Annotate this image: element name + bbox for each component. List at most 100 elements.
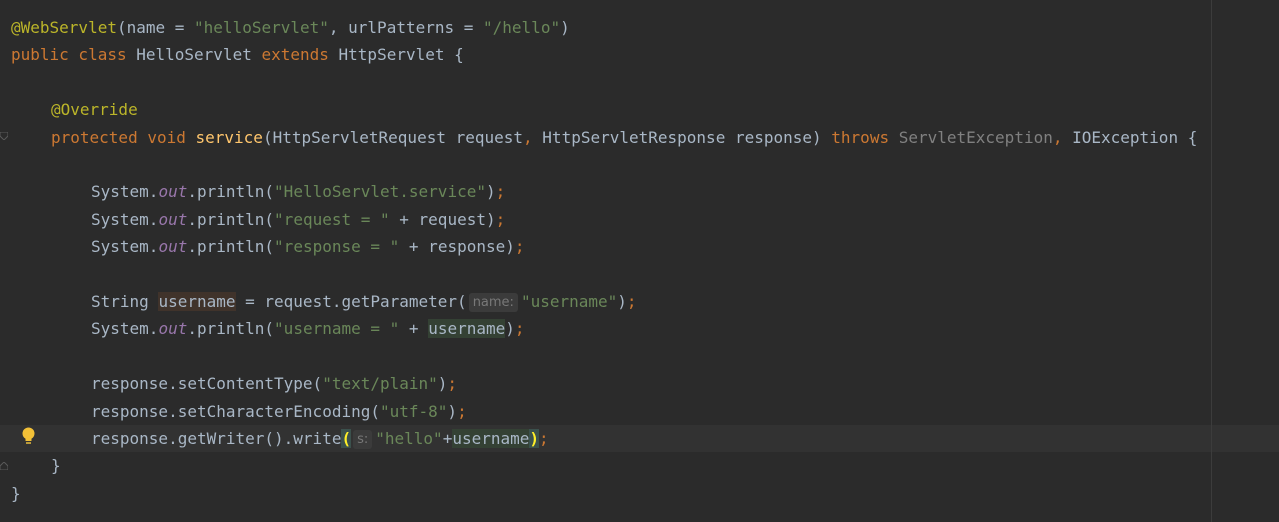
parameter-hint: name: (468, 293, 518, 312)
code-line[interactable]: @WebServlet(name = "helloServlet", urlPa… (0, 14, 1279, 41)
code-token: .println( (187, 237, 275, 257)
code-token: response.setCharacterEncoding( (91, 401, 380, 421)
code-token: "utf-8" (379, 401, 448, 421)
code-token: .println( (187, 182, 275, 202)
code-token: public class (11, 45, 137, 65)
code-line[interactable]: System.out.println("username = " + usern… (0, 315, 1279, 342)
code-token: ; (447, 374, 458, 394)
code-token: out (158, 237, 188, 257)
code-line[interactable]: } (0, 480, 1279, 507)
code-token: System. (91, 319, 159, 339)
code-token: ) (437, 374, 448, 394)
code-line-content: response.setCharacterEncoding("utf-8"); (91, 398, 467, 425)
code-token: IOException { (1072, 127, 1198, 147)
code-token: HttpServlet { (338, 45, 464, 65)
code-token: "HelloServlet.service" (274, 182, 486, 202)
right-margin-guide (1211, 0, 1212, 522)
code-token: service (195, 127, 263, 147)
code-line-content: response.getWriter().write(s: "hello"+use… (91, 425, 549, 452)
code-token: "helloServlet" (194, 18, 329, 37)
code-token: "hello" (375, 429, 443, 448)
code-line[interactable]: @Override (0, 96, 1279, 123)
fold-marker-icon[interactable] (0, 132, 8, 140)
code-line-content: @WebServlet(name = "helloServlet", urlPa… (11, 14, 570, 41)
code-line-content: response.setContentType("text/plain"); (91, 370, 457, 397)
code-token: ) (560, 18, 570, 37)
code-token: ; (514, 319, 525, 339)
code-token: , urlPatterns = (328, 18, 484, 37)
code-line[interactable]: response.setContentType("text/plain"); (0, 370, 1279, 397)
code-token: ( (341, 429, 352, 448)
code-token: , (1052, 127, 1073, 147)
code-line-content: public class HelloServlet extends HttpSe… (11, 41, 464, 68)
code-token: + (399, 319, 429, 339)
code-line[interactable]: response.setCharacterEncoding("utf-8"); (0, 398, 1279, 425)
code-line-content: @Override (51, 96, 138, 123)
code-token: protected void (51, 127, 196, 147)
code-line[interactable]: response.getWriter().write(s: "hello"+use… (0, 425, 1279, 452)
code-token: out (158, 319, 188, 339)
code-token: @Override (51, 100, 138, 120)
code-line-content: } (11, 480, 21, 507)
code-token: System. (91, 237, 159, 257)
code-line-content: System.out.println("request = " + reques… (91, 206, 505, 233)
code-token: ; (495, 209, 506, 229)
code-token: (HttpServletRequest request (262, 127, 524, 147)
code-token: ; (514, 237, 525, 257)
code-token: ) (529, 429, 540, 448)
code-token: HttpServletResponse response) (542, 127, 832, 147)
code-line[interactable] (0, 261, 1279, 288)
code-line-content: System.out.println("response = " + respo… (91, 233, 525, 260)
code-token: ) (617, 292, 627, 311)
code-token: , (523, 127, 543, 147)
code-token: "username = " (274, 319, 400, 339)
code-token: ServletException (898, 127, 1053, 147)
code-token: response.getWriter().write (91, 429, 342, 448)
code-line-content: String username = request.getParameter(n… (91, 288, 637, 315)
code-token: username (452, 429, 530, 448)
code-line-content: System.out.println("HelloServlet.service… (91, 178, 505, 205)
code-token: @WebServlet (11, 18, 117, 37)
code-token: = request.getParameter( (235, 292, 467, 311)
code-token: ; (495, 182, 506, 202)
code-line-content: System.out.println("username = " + usern… (91, 315, 525, 342)
code-token: out (158, 209, 188, 229)
code-token: HelloServlet (136, 45, 262, 65)
code-token: out (158, 182, 188, 202)
code-line[interactable] (0, 343, 1279, 370)
code-line[interactable]: String username = request.getParameter(n… (0, 288, 1279, 315)
code-line[interactable]: System.out.println("response = " + respo… (0, 233, 1279, 260)
code-line[interactable]: protected void service(HttpServletReques… (0, 124, 1279, 151)
parameter-hint: s: (353, 430, 373, 449)
fold-marker-icon[interactable] (0, 462, 8, 470)
code-line[interactable] (0, 69, 1279, 96)
code-token: } (51, 456, 61, 476)
code-line[interactable] (0, 151, 1279, 178)
code-line[interactable]: public class HelloServlet extends HttpSe… (0, 41, 1279, 68)
code-token: ) (505, 319, 515, 339)
code-token: ; (626, 292, 637, 311)
lightbulb-icon[interactable] (21, 427, 36, 445)
code-token: "request = " (274, 209, 390, 229)
code-token: System. (91, 209, 159, 229)
code-token: ) (485, 182, 496, 202)
code-token: "text/plain" (322, 374, 438, 394)
code-token: "username" (520, 292, 618, 311)
code-line[interactable]: System.out.println("HelloServlet.service… (0, 178, 1279, 205)
code-line[interactable]: } (0, 452, 1279, 479)
code-token: } (11, 483, 21, 503)
code-token: (name = (116, 18, 195, 37)
code-token: ; (539, 429, 549, 448)
code-token: .println( (187, 209, 275, 229)
code-token: + response) (399, 237, 515, 257)
code-token: + request) (389, 209, 496, 229)
code-token: username (158, 292, 236, 311)
code-token: "/hello" (483, 18, 561, 37)
code-token: ; (457, 401, 467, 421)
code-token: String (91, 292, 159, 311)
code-token: username (428, 319, 506, 339)
code-token: System. (91, 182, 159, 202)
code-token: throws (831, 127, 899, 147)
code-token: .println( (187, 319, 275, 339)
code-line[interactable]: System.out.println("request = " + reques… (0, 206, 1279, 233)
